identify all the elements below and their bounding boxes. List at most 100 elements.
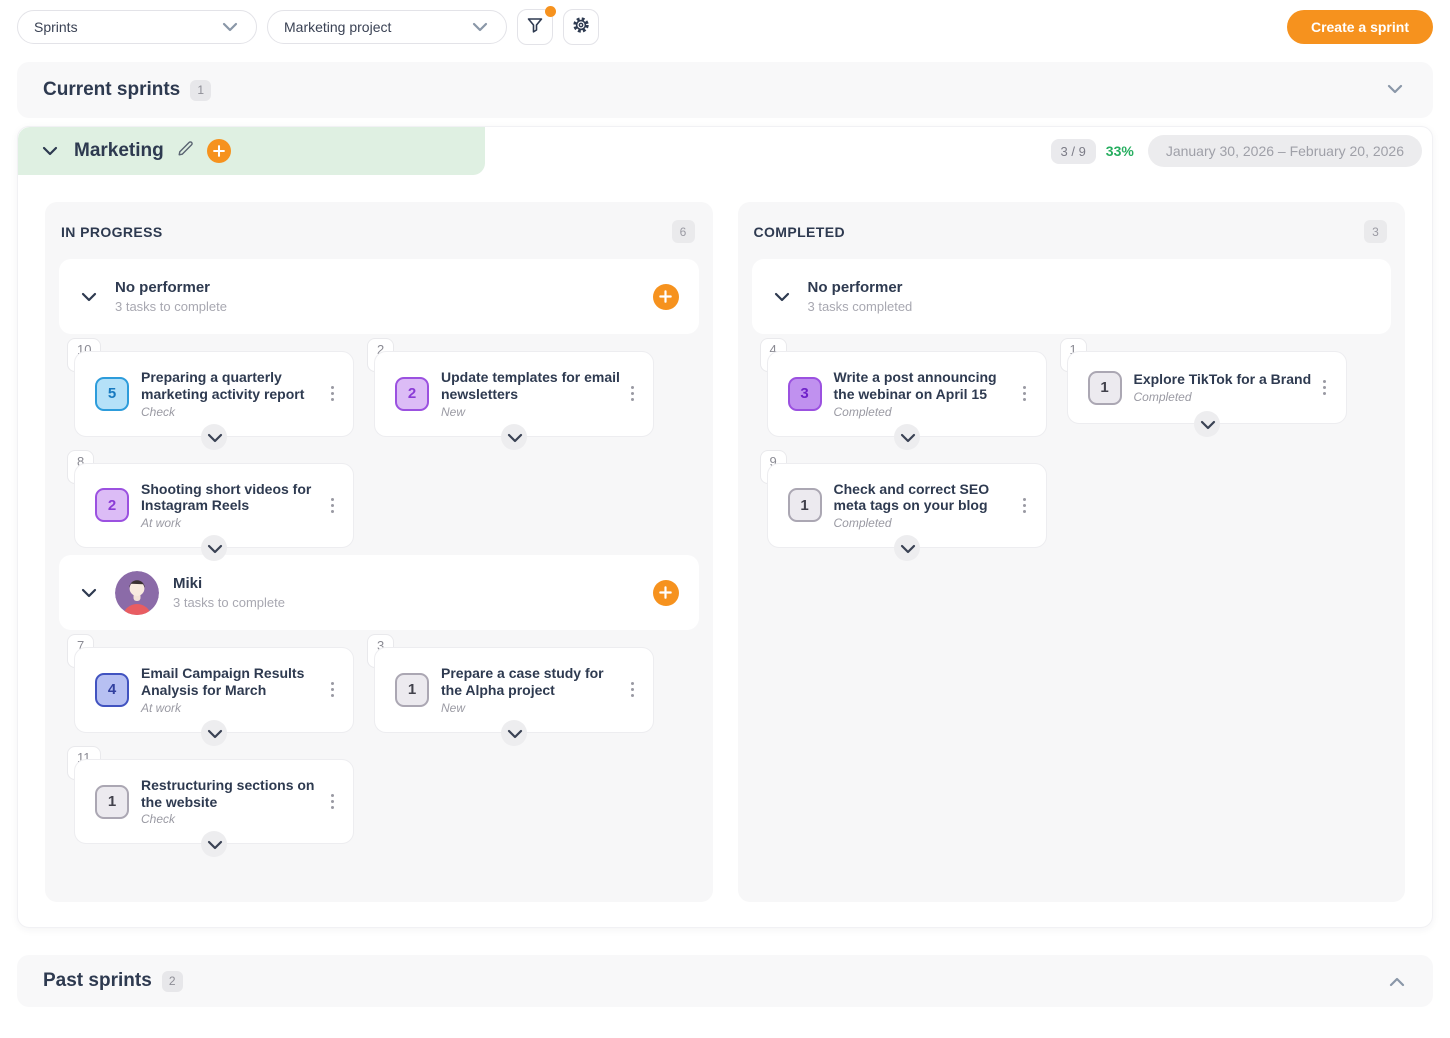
current-sprints-section-header[interactable]: Current sprints 1: [17, 62, 1433, 118]
task-expand-button[interactable]: [501, 720, 527, 746]
task-expand-button[interactable]: [1194, 411, 1220, 437]
task-expand-button[interactable]: [501, 424, 527, 450]
sprint-collapse-icon[interactable]: [40, 141, 60, 161]
performer-group-no-performer: No performer 3 tasks completed: [752, 259, 1392, 334]
chevron-down-icon[interactable]: [1385, 79, 1407, 101]
add-task-button[interactable]: [653, 580, 679, 606]
task-card-list: 4 3 Write a post announcing the webinar …: [752, 334, 1392, 548]
column-in-progress: IN PROGRESS 6 No performer 3 tasks to co…: [45, 202, 713, 902]
task-title: Check and correct SEO meta tags on your …: [834, 481, 1016, 515]
task-expand-button[interactable]: [894, 424, 920, 450]
task-status: Completed: [834, 516, 1016, 530]
filter-button[interactable]: [517, 9, 553, 45]
task-card[interactable]: 11 1 Restructuring sections on the websi…: [74, 759, 354, 845]
task-title: Preparing a quarterly marketing activity…: [141, 369, 323, 403]
task-status: At work: [141, 701, 323, 715]
task-title: Update templates for email newsletters: [441, 369, 623, 403]
task-menu-button[interactable]: [323, 790, 341, 813]
task-menu-button[interactable]: [323, 494, 341, 517]
task-menu-button[interactable]: [323, 382, 341, 405]
task-expand-button[interactable]: [201, 424, 227, 450]
task-menu-button[interactable]: [1016, 382, 1034, 405]
task-card[interactable]: 8 2 Shooting short videos for Instagram …: [74, 463, 354, 549]
chevron-down-icon: [470, 17, 490, 37]
filter-icon: [526, 16, 544, 39]
story-points-badge: 1: [95, 785, 129, 819]
avatar: [115, 571, 159, 615]
task-status: New: [441, 405, 623, 419]
task-menu-button[interactable]: [1316, 376, 1334, 399]
column-count-badge: 3: [1364, 220, 1387, 243]
sprints-page: Sprints Marketing project Create a sprin…: [0, 0, 1450, 1007]
column-header: COMPLETED 3: [752, 212, 1392, 255]
story-points-badge: 1: [395, 673, 429, 707]
group-text: Miki 3 tasks to complete: [173, 575, 653, 610]
performer-task-summary: 3 tasks completed: [808, 299, 1372, 314]
edit-sprint-icon[interactable]: [176, 139, 195, 163]
task-menu-button[interactable]: [1016, 494, 1034, 517]
project-dropdown[interactable]: Marketing project: [267, 10, 507, 44]
task-card[interactable]: 9 1 Check and correct SEO meta tags on y…: [767, 463, 1047, 549]
column-count-badge: 6: [672, 220, 695, 243]
task-card[interactable]: 3 1 Prepare a case study for the Alpha p…: [374, 647, 654, 733]
task-card[interactable]: 10 5 Preparing a quarterly marketing act…: [74, 351, 354, 437]
sprints-dropdown-value: Sprints: [34, 19, 78, 35]
performer-task-summary: 3 tasks to complete: [173, 595, 653, 610]
task-expand-button[interactable]: [201, 831, 227, 857]
chevron-up-icon[interactable]: [1385, 970, 1407, 992]
task-card-list: 10 5 Preparing a quarterly marketing act…: [59, 334, 699, 548]
sprint-name: Marketing: [74, 140, 164, 162]
group-text: No performer 3 tasks completed: [808, 279, 1372, 314]
story-points-badge: 1: [1088, 371, 1122, 405]
task-expand-button[interactable]: [201, 535, 227, 561]
past-sprints-title: Past sprints: [43, 970, 152, 992]
add-task-button[interactable]: [653, 284, 679, 310]
chevron-down-icon: [220, 17, 240, 37]
performer-name: No performer: [808, 279, 1372, 296]
column-completed: COMPLETED 3 No performer 3 tasks complet…: [738, 202, 1406, 902]
task-title: Explore TikTok for a Brand: [1134, 371, 1316, 388]
column-title: IN PROGRESS: [61, 224, 163, 240]
sprint-date-range: January 30, 2026 – February 20, 2026: [1148, 135, 1422, 167]
task-status: At work: [141, 516, 323, 530]
sprints-dropdown[interactable]: Sprints: [17, 10, 257, 44]
settings-button[interactable]: [563, 9, 599, 45]
task-expand-button[interactable]: [894, 535, 920, 561]
performer-name: Miki: [173, 575, 653, 592]
task-card-list: 7 4 Email Campaign Results Analysis for …: [59, 630, 699, 844]
task-card[interactable]: 1 1 Explore TikTok for a Brand Completed: [1067, 351, 1347, 424]
sprint-header-right: 3 / 9 33% January 30, 2026 – February 20…: [485, 135, 1432, 167]
task-status: New: [441, 701, 623, 715]
sprint-progress-percent: 33%: [1106, 143, 1134, 159]
filter-active-dot: [545, 6, 556, 17]
create-sprint-button[interactable]: Create a sprint: [1287, 10, 1433, 44]
sprint-header: Marketing 3 / 9 33% January 30, 2026 – F…: [18, 127, 1432, 175]
task-status: Completed: [1134, 390, 1316, 404]
gear-icon: [572, 16, 590, 39]
task-expand-button[interactable]: [201, 720, 227, 746]
collapse-group-icon[interactable]: [79, 287, 99, 307]
task-title: Shooting short videos for Instagram Reel…: [141, 481, 323, 515]
toolbar: Sprints Marketing project Create a sprin…: [17, 8, 1433, 46]
performer-group-miki: Miki 3 tasks to complete: [59, 555, 699, 630]
sprint-card: Marketing 3 / 9 33% January 30, 2026 – F…: [17, 126, 1433, 928]
group-text: No performer 3 tasks to complete: [115, 279, 653, 314]
task-title: Prepare a case study for the Alpha proje…: [441, 665, 623, 699]
column-title: COMPLETED: [754, 224, 846, 240]
performer-name: No performer: [115, 279, 653, 296]
task-card[interactable]: 4 3 Write a post announcing the webinar …: [767, 351, 1047, 437]
task-menu-button[interactable]: [323, 678, 341, 701]
performer-group-no-performer: No performer 3 tasks to complete: [59, 259, 699, 334]
sprint-columns: IN PROGRESS 6 No performer 3 tasks to co…: [45, 202, 1405, 902]
task-card[interactable]: 2 2 Update templates for email newslette…: [374, 351, 654, 437]
past-sprints-count-badge: 2: [162, 971, 183, 992]
project-dropdown-value: Marketing project: [284, 19, 391, 35]
collapse-group-icon[interactable]: [772, 287, 792, 307]
collapse-group-icon[interactable]: [79, 583, 99, 603]
story-points-badge: 3: [788, 377, 822, 411]
past-sprints-section-header[interactable]: Past sprints 2: [17, 955, 1433, 1007]
task-menu-button[interactable]: [623, 678, 641, 701]
task-card[interactable]: 7 4 Email Campaign Results Analysis for …: [74, 647, 354, 733]
task-menu-button[interactable]: [623, 382, 641, 405]
add-task-to-sprint-button[interactable]: [207, 139, 231, 163]
